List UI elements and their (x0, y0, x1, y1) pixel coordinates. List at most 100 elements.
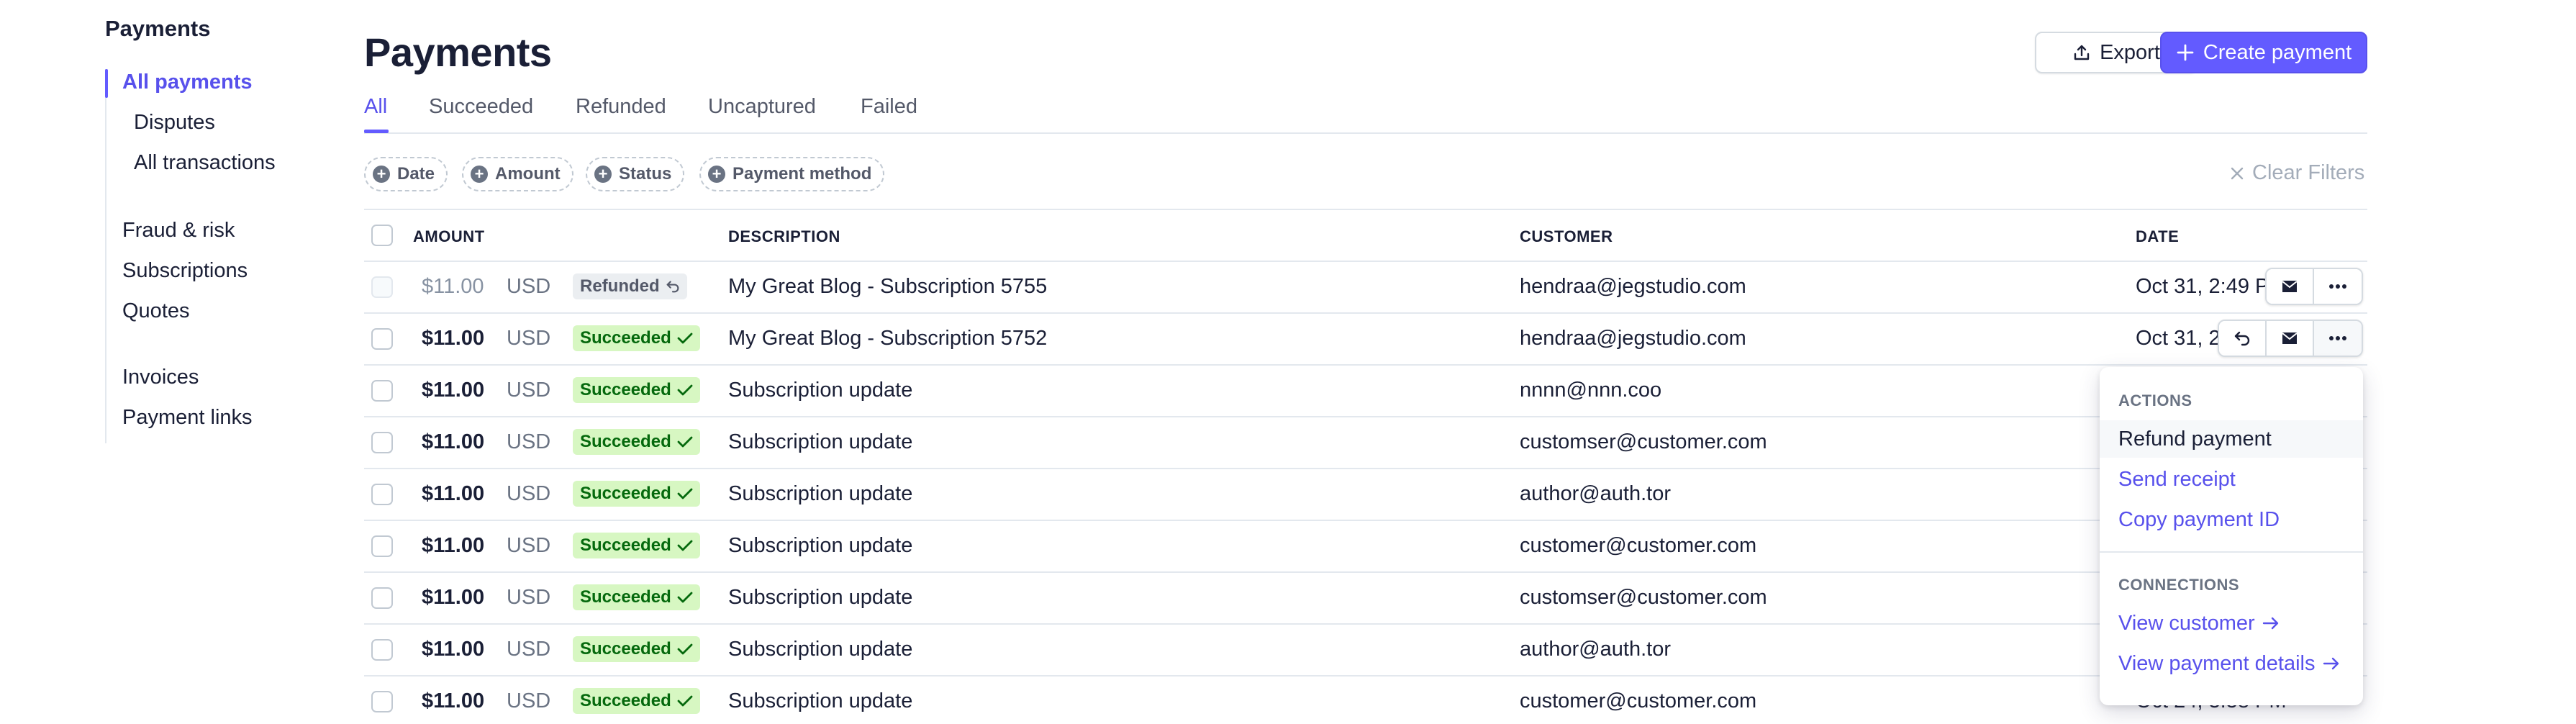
filter-chip-label: Payment method (733, 164, 872, 184)
table-row[interactable]: $11.00 USD Refunded My Great Blog - Subscri… (364, 262, 2367, 314)
mail-icon (2282, 332, 2298, 344)
tab-failed[interactable]: Failed (861, 95, 917, 119)
plus-icon: + (708, 166, 725, 183)
status-label: Succeeded (580, 328, 671, 348)
more-icon (2329, 284, 2346, 289)
sidebar-item-payment-links[interactable]: Payment links (122, 406, 253, 430)
menu-item-refund-payment[interactable]: Refund payment (2100, 420, 2363, 458)
table-row[interactable]: $11.00 USD Succeeded Subscription update aut… (364, 469, 2367, 521)
status-label: Succeeded (580, 691, 671, 710)
select-all-checkbox[interactable] (371, 225, 393, 246)
menu-item-view-payment-details[interactable]: View payment details (2100, 645, 2363, 682)
table-row[interactable]: $11.00 USD Succeeded Subscription update cus… (364, 573, 2367, 625)
column-header-description[interactable]: DESCRIPTION (728, 227, 840, 246)
menu-item-view-customer[interactable]: View customer (2100, 605, 2363, 642)
row-actions-menu: ACTIONS Refund payment Send receipt Copy… (2100, 367, 2363, 705)
currency-cell: USD (507, 534, 551, 557)
row-checkbox[interactable] (371, 380, 393, 402)
tab-active-underline (364, 130, 389, 133)
column-header-date[interactable]: DATE (2136, 227, 2179, 246)
row-actions-1 (2265, 268, 2363, 305)
currency-cell: USD (507, 638, 551, 661)
status-label: Succeeded (580, 484, 671, 503)
currency-cell: USD (507, 430, 551, 453)
row-checkbox[interactable] (371, 328, 393, 350)
table-row[interactable]: $11.00 USD Succeeded Subscription update cus… (364, 521, 2367, 573)
row-checkbox[interactable] (371, 639, 393, 661)
sidebar-title: Payments (105, 16, 211, 41)
filter-chip-date[interactable]: + Date (364, 157, 448, 191)
sidebar-item-disputes[interactable]: Disputes (134, 111, 215, 135)
send-receipt-button[interactable] (2267, 321, 2314, 356)
clear-filters-button[interactable]: Clear Filters (2229, 161, 2364, 185)
description-cell: Subscription update (728, 586, 913, 609)
sidebar-item-fraud-risk[interactable]: Fraud & risk (122, 219, 235, 243)
sidebar-item-quotes[interactable]: Quotes (122, 299, 190, 323)
currency-cell: USD (507, 379, 551, 402)
sidebar-item-subscriptions[interactable]: Subscriptions (122, 259, 248, 283)
menu-item-copy-payment-id[interactable]: Copy payment ID (2100, 501, 2363, 538)
status-badge: Succeeded (573, 533, 700, 558)
plus-icon (2177, 44, 2194, 61)
filter-chip-status[interactable]: + Status (586, 157, 685, 191)
check-icon (677, 540, 693, 551)
customer-cell: author@auth.tor (1520, 482, 1672, 505)
table-row[interactable]: $11.00 USD Succeeded Subscription update aut… (364, 625, 2367, 677)
description-cell: Subscription update (728, 482, 913, 505)
sidebar-item-invoices[interactable]: Invoices (122, 366, 199, 389)
row-actions-2 (2218, 320, 2363, 357)
tab-uncaptured[interactable]: Uncaptured (708, 95, 816, 119)
status-badge: Succeeded (573, 636, 700, 662)
customer-cell: hendraa@jegstudio.com (1520, 275, 1746, 298)
filter-chip-payment-method[interactable]: + Payment method (699, 157, 885, 191)
status-label: Succeeded (580, 639, 671, 659)
send-receipt-button[interactable] (2267, 269, 2314, 304)
row-checkbox[interactable] (371, 432, 393, 453)
arrow-right-icon (2262, 617, 2278, 630)
customer-cell: nnnn@nnn.coo (1520, 379, 1662, 402)
column-header-customer[interactable]: CUSTOMER (1520, 227, 1613, 246)
row-checkbox[interactable] (371, 587, 393, 609)
refund-button[interactable] (2219, 321, 2267, 356)
row-checkbox[interactable] (371, 276, 393, 298)
more-actions-button[interactable] (2314, 321, 2362, 356)
date-cell: Oct 31, 2:49 PM (2136, 275, 2287, 298)
row-checkbox[interactable] (371, 691, 393, 712)
check-icon (677, 332, 693, 344)
customer-cell: customser@customer.com (1520, 586, 1767, 609)
export-label: Export (2100, 40, 2160, 64)
status-badge: Succeeded (573, 325, 700, 351)
row-checkbox[interactable] (371, 484, 393, 505)
sidebar-item-all-transactions[interactable]: All transactions (134, 151, 276, 175)
table-row[interactable]: $11.00 USD Succeeded My Great Blog - Subscr… (364, 314, 2367, 366)
more-actions-button[interactable] (2314, 269, 2362, 304)
table-row[interactable]: $11.00 USD Succeeded Subscription update nnn… (364, 366, 2367, 417)
column-header-amount[interactable]: AMOUNT (413, 227, 485, 246)
tab-succeeded[interactable]: Succeeded (429, 95, 533, 119)
create-payment-button[interactable]: Create payment (2160, 32, 2367, 73)
plus-icon: + (373, 166, 390, 183)
menu-item-send-receipt[interactable]: Send receipt (2100, 461, 2363, 498)
customer-cell: author@auth.tor (1520, 638, 1672, 661)
status-badge: Refunded (573, 273, 687, 299)
row-checkbox[interactable] (371, 535, 393, 557)
refund-icon (666, 281, 679, 293)
currency-cell: USD (507, 275, 551, 298)
sidebar-item-all-payments[interactable]: All payments (122, 71, 253, 94)
menu-section-actions: ACTIONS (2118, 392, 2192, 409)
filter-chip-amount[interactable]: + Amount (462, 157, 573, 191)
menu-item-label: View customer (2118, 611, 2255, 635)
status-badge: Succeeded (573, 584, 700, 610)
check-icon (677, 436, 693, 448)
create-payment-label: Create payment (2203, 40, 2352, 64)
check-icon (677, 695, 693, 707)
status-label: Refunded (580, 276, 660, 296)
status-badge: Succeeded (573, 429, 700, 455)
tab-all[interactable]: All (364, 95, 387, 119)
status-badge: Succeeded (573, 481, 700, 507)
table-row[interactable]: $11.00 USD Succeeded Subscription update cus… (364, 417, 2367, 469)
tab-refunded[interactable]: Refunded (576, 95, 666, 119)
table-row[interactable]: $11.00 USD Succeeded Subscription update cus… (364, 677, 2367, 724)
status-badge: Succeeded (573, 688, 700, 714)
status-label: Succeeded (580, 432, 671, 451)
